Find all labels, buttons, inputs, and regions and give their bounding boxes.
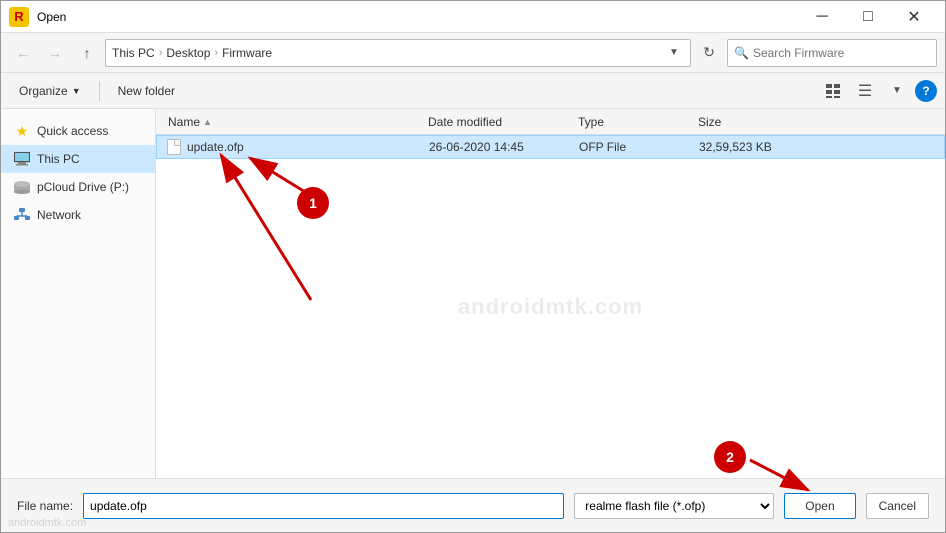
organize-dropdown-icon: ▼ xyxy=(72,86,81,96)
view-options-button[interactable] xyxy=(819,78,847,104)
file-header: Name ▲ Date modified Type Size xyxy=(156,109,945,135)
annotation-arrows xyxy=(156,135,945,478)
search-input[interactable] xyxy=(753,46,930,60)
view-toggle-icon: ☰ xyxy=(858,81,872,101)
file-list: androidmtk.com update.ofp 26-06-2020 14:… xyxy=(156,135,945,478)
up-button[interactable]: ↑ xyxy=(73,39,101,67)
new-folder-label: New folder xyxy=(118,84,175,98)
column-header-date[interactable]: Date modified xyxy=(424,109,574,134)
file-name-label: File name: xyxy=(17,499,73,513)
address-bar[interactable]: This PC › Desktop › Firmware ▼ xyxy=(105,39,691,67)
file-row[interactable]: update.ofp 26-06-2020 14:45 OFP File 32,… xyxy=(156,135,945,159)
open-button[interactable]: Open xyxy=(784,493,855,519)
minimize-button[interactable]: ─ xyxy=(799,1,845,33)
search-bar[interactable]: 🔍 xyxy=(727,39,937,67)
sidebar-item-quick-access[interactable]: ★ Quick access xyxy=(1,117,155,145)
sidebar-item-network[interactable]: Network xyxy=(1,201,155,229)
maximize-button[interactable]: □ xyxy=(845,1,891,33)
breadcrumb: This PC › Desktop › Firmware xyxy=(112,46,658,60)
refresh-button[interactable]: ↻ xyxy=(695,39,723,67)
organize-label: Organize xyxy=(19,84,68,98)
network-icon xyxy=(13,206,31,224)
back-button[interactable]: ← xyxy=(9,39,37,67)
search-icon: 🔍 xyxy=(734,46,749,60)
sidebar: ★ Quick access This PC xyxy=(1,109,156,478)
file-date-cell: 26-06-2020 14:45 xyxy=(429,140,579,154)
file-type-icon xyxy=(165,138,183,156)
toolbar-right: ☰ ▼ ? xyxy=(819,78,937,104)
address-dropdown-button[interactable]: ▼ xyxy=(664,43,684,63)
toolbar-separator xyxy=(99,81,100,101)
window-controls: ─ □ ✕ xyxy=(799,1,937,33)
sidebar-item-label: This PC xyxy=(37,152,80,166)
star-icon: ★ xyxy=(13,122,31,140)
sidebar-item-pcloud[interactable]: pCloud Drive (P:) xyxy=(1,173,155,201)
cancel-button[interactable]: Cancel xyxy=(866,493,929,519)
watermark-center: androidmtk.com xyxy=(458,294,643,320)
app-icon: R xyxy=(9,7,29,27)
breadcrumb-level2: Firmware xyxy=(222,46,272,60)
view-dropdown-button[interactable]: ▼ xyxy=(883,78,911,104)
file-type-cell: OFP File xyxy=(579,140,699,154)
file-name-cell: update.ofp xyxy=(187,140,429,154)
file-type-select[interactable]: realme flash file (*.ofp) xyxy=(574,493,774,519)
breadcrumb-level1: Desktop xyxy=(166,46,210,60)
column-header-type[interactable]: Type xyxy=(574,109,694,134)
title-bar: R Open ─ □ ✕ xyxy=(1,1,945,33)
help-button[interactable]: ? xyxy=(915,80,937,102)
breadcrumb-root: This PC xyxy=(112,46,155,60)
sidebar-item-label: Quick access xyxy=(37,124,108,138)
open-dialog-window: R Open ─ □ ✕ ← → ↑ This PC › Desktop › F… xyxy=(0,0,946,533)
bottom-bar: File name: realme flash file (*.ofp) Ope… xyxy=(1,478,945,532)
file-area: Name ▲ Date modified Type Size androidmt… xyxy=(156,109,945,478)
file-name-input[interactable] xyxy=(83,493,564,519)
sort-arrow-icon: ▲ xyxy=(203,117,212,127)
organize-button[interactable]: Organize ▼ xyxy=(9,78,91,104)
sidebar-item-label: pCloud Drive (P:) xyxy=(37,180,129,194)
sidebar-item-this-pc[interactable]: This PC xyxy=(1,145,155,173)
new-folder-button[interactable]: New folder xyxy=(108,78,185,104)
forward-button[interactable]: → xyxy=(41,39,69,67)
column-header-name[interactable]: Name ▲ xyxy=(164,109,424,134)
view-grid-icon xyxy=(825,83,841,99)
pc-icon xyxy=(13,150,31,168)
window-title: Open xyxy=(37,10,799,24)
file-size-cell: 32,59,523 KB xyxy=(699,140,936,154)
close-button[interactable]: ✕ xyxy=(891,1,937,33)
toolbar: Organize ▼ New folder ☰ ▼ ? xyxy=(1,73,945,109)
column-header-size[interactable]: Size xyxy=(694,109,937,134)
main-content: ★ Quick access This PC xyxy=(1,109,945,478)
drive-icon xyxy=(13,178,31,196)
sidebar-item-label: Network xyxy=(37,208,81,222)
nav-bar: ← → ↑ This PC › Desktop › Firmware ▼ ↻ 🔍 xyxy=(1,33,945,73)
view-toggle-button[interactable]: ☰ xyxy=(851,78,879,104)
